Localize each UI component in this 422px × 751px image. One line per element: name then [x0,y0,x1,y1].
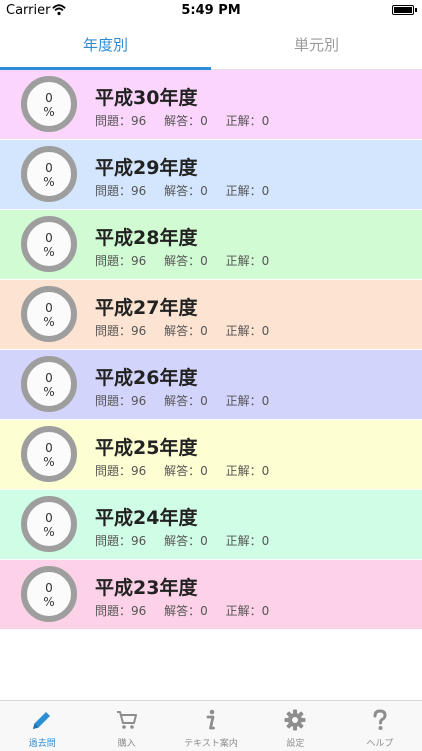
stats-line: 問題：96 解答：0 正解：0 [95,112,283,129]
progress-percent: 0 [45,581,53,595]
answer-count: 解答：0 [164,464,208,478]
year-title: 平成24年度 [95,507,198,529]
year-title: 平成27年度 [95,297,198,319]
correct-count: 正解：0 [225,254,270,268]
stats-line: 問題：96 解答：0 正解：0 [95,392,283,409]
progress-ring: 0 % [21,286,77,342]
percent-sign: % [43,385,55,399]
progress-ring: 0 % [21,216,77,272]
correct-count: 正解：0 [225,464,270,478]
question-count: 問題：96 [95,464,147,478]
list-item[interactable]: 0 % 平成25年度 問題：96 解答：0 正解：0 [0,420,422,490]
nav-label: 過去問 [28,739,56,749]
list-item[interactable]: 0 % 平成30年度 問題：96 解答：0 正解：0 [0,70,422,140]
answer-count: 解答：0 [164,394,208,408]
correct-count: 正解：0 [225,604,270,618]
progress-ring: 0 % [21,426,77,482]
nav-past-exams[interactable]: 過去問 [0,701,84,751]
clock: 5:49 PM [181,3,241,18]
tab-bar: 年度別 単元別 [0,22,422,70]
percent-sign: % [43,245,55,259]
answer-count: 解答：0 [164,184,208,198]
year-title: 平成23年度 [95,577,198,599]
progress-percent: 0 [45,441,53,455]
question-count: 問題：96 [95,114,147,128]
status-bar: Carrier 5:49 PM [0,0,422,22]
stats-line: 問題：96 解答：0 正解：0 [95,182,283,199]
progress-percent: 0 [45,371,53,385]
list-item[interactable]: 0 % 平成29年度 問題：96 解答：0 正解：0 [0,140,422,210]
question-count: 問題：96 [95,184,147,198]
question-count: 問題：96 [95,394,147,408]
nav-label: テキスト案内 [184,739,238,749]
progress-percent: 0 [45,161,53,175]
stats-line: 問題：96 解答：0 正解：0 [95,532,283,549]
correct-count: 正解：0 [225,184,270,198]
stats-line: 問題：96 解答：0 正解：0 [95,322,283,339]
percent-sign: % [43,595,55,609]
question-count: 問題：96 [95,324,147,338]
nav-label: ヘルプ [366,739,394,749]
bottom-tab-bar: 過去問 購入 テキスト案内 設定 ヘルプ [0,700,422,751]
year-title: 平成25年度 [95,437,198,459]
list-item[interactable]: 0 % 平成24年度 問題：96 解答：0 正解：0 [0,490,422,560]
nav-label: 設定 [286,739,305,749]
answer-count: 解答：0 [164,534,208,548]
correct-count: 正解：0 [225,114,270,128]
progress-ring: 0 % [21,496,77,552]
info-icon [206,709,215,730]
progress-ring: 0 % [21,146,77,202]
cart-icon [116,711,137,729]
progress-percent: 0 [45,511,53,525]
correct-count: 正解：0 [225,324,270,338]
stats-line: 問題：96 解答：0 正解：0 [95,252,283,269]
year-title: 平成30年度 [95,87,198,109]
stats-line: 問題：96 解答：0 正解：0 [95,462,283,479]
nav-help[interactable]: ヘルプ [338,701,422,751]
progress-ring: 0 % [21,356,77,412]
year-list: 0 % 平成30年度 問題：96 解答：0 正解：0 0 % 平成29年度 問題… [0,70,422,630]
year-title: 平成29年度 [95,157,198,179]
percent-sign: % [43,105,55,119]
nav-label: 購入 [117,739,136,749]
progress-percent: 0 [45,91,53,105]
gear-icon [284,709,306,731]
answer-count: 解答：0 [164,114,208,128]
correct-count: 正解：0 [225,394,270,408]
year-title: 平成28年度 [95,227,198,249]
question-icon [373,709,387,730]
list-item[interactable]: 0 % 平成28年度 問題：96 解答：0 正解：0 [0,210,422,280]
stats-line: 問題：96 解答：0 正解：0 [95,602,283,619]
answer-count: 解答：0 [164,254,208,268]
answer-count: 解答：0 [164,324,208,338]
progress-ring: 0 % [21,566,77,622]
list-item[interactable]: 0 % 平成27年度 問題：96 解答：0 正解：0 [0,280,422,350]
tab-by-year[interactable]: 年度別 [0,22,211,70]
progress-ring: 0 % [21,76,77,132]
progress-percent: 0 [45,301,53,315]
battery-icon [392,5,417,15]
pencil-icon [33,712,51,729]
progress-percent: 0 [45,231,53,245]
year-title: 平成26年度 [95,367,198,389]
list-item[interactable]: 0 % 平成23年度 問題：96 解答：0 正解：0 [0,560,422,630]
nav-text-guide[interactable]: テキスト案内 [169,701,253,751]
question-count: 問題：96 [95,254,147,268]
answer-count: 解答：0 [164,604,208,618]
nav-purchase[interactable]: 購入 [84,701,168,751]
correct-count: 正解：0 [225,534,270,548]
question-count: 問題：96 [95,604,147,618]
percent-sign: % [43,455,55,469]
percent-sign: % [43,175,55,189]
list-item[interactable]: 0 % 平成26年度 問題：96 解答：0 正解：0 [0,350,422,420]
tab-by-unit[interactable]: 単元別 [211,22,422,69]
percent-sign: % [43,525,55,539]
percent-sign: % [43,315,55,329]
nav-settings[interactable]: 設定 [253,701,337,751]
question-count: 問題：96 [95,534,147,548]
